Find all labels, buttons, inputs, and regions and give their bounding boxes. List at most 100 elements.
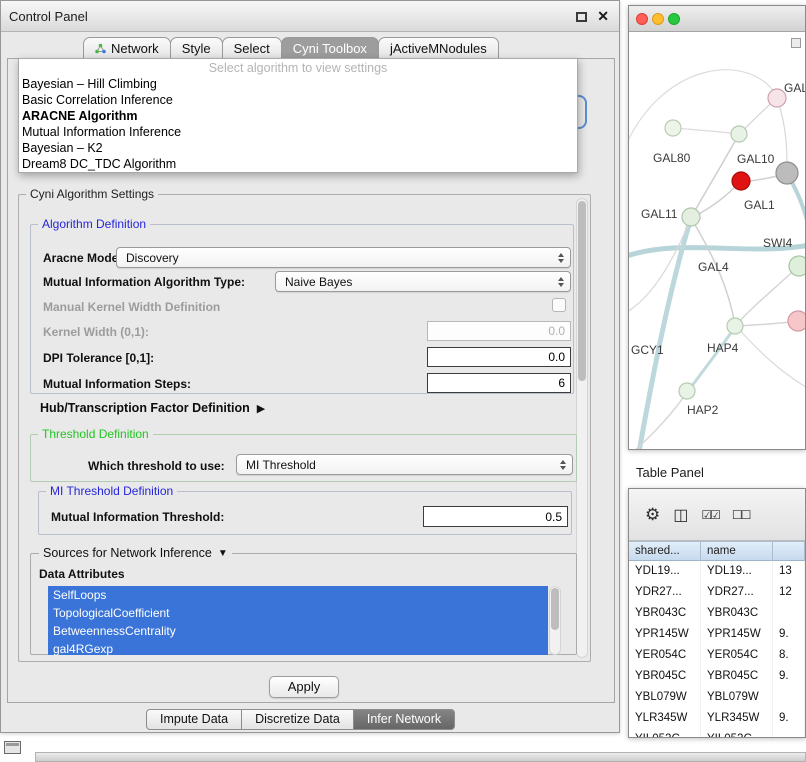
tab-style[interactable]: Style	[170, 37, 223, 59]
svg-text:GAL4: GAL4	[698, 260, 729, 274]
aracne-mode-select[interactable]: Discovery	[116, 247, 571, 268]
dropdown-item-bayesian-hill-climbing[interactable]: Bayesian – Hill Climbing	[19, 76, 577, 92]
svg-text:GAL1: GAL1	[744, 198, 775, 212]
table-cell: 13	[773, 561, 805, 582]
mi-steps-input[interactable]	[427, 373, 571, 393]
manual-kernel-checkbox[interactable]	[552, 298, 566, 312]
table-cell: YBR043C	[701, 603, 773, 624]
table-row[interactable]: YIL052CYIL052C	[629, 729, 805, 737]
settings-scrollbar-thumb[interactable]	[578, 201, 586, 381]
list-item-betweennesscentrality[interactable]: BetweennessCentrality	[48, 622, 548, 640]
list-scrollbar[interactable]	[549, 586, 561, 655]
bottom-tab-bar: Impute DataDiscretize DataInfer Network	[147, 709, 455, 730]
mac-zoom-button[interactable]	[668, 13, 680, 25]
table-row[interactable]: YDL19...YDL19...13	[629, 561, 805, 582]
data-attributes-list: SelfLoopsTopologicalCoefficientBetweenne…	[48, 586, 548, 655]
svg-text:GAL80: GAL80	[653, 151, 691, 165]
table-cell: 12	[773, 582, 805, 603]
close-window-icon[interactable]: ✕	[597, 8, 609, 25]
list-scrollbar-thumb[interactable]	[551, 588, 559, 630]
settings-scrollbar[interactable]	[576, 198, 588, 658]
list-item-topologicalcoefficient[interactable]: TopologicalCoefficient	[48, 604, 548, 622]
table-cell: YBR045C	[701, 666, 773, 687]
list-item-selfloops[interactable]: SelfLoops	[48, 586, 548, 604]
control-panel-title: Control Panel	[9, 9, 88, 24]
float-window-icon[interactable]	[576, 12, 587, 22]
table-cell: YPR145W	[701, 624, 773, 645]
restore-panel-icon[interactable]	[4, 741, 21, 754]
table-cell: 9.	[773, 624, 805, 645]
dropdown-item-basic-correlation-inference[interactable]: Basic Correlation Inference	[19, 92, 577, 108]
svg-text:HAP4: HAP4	[707, 341, 739, 355]
tab-network[interactable]: Network	[83, 37, 171, 59]
tab-cyni-toolbox[interactable]: Cyni Toolbox	[281, 37, 379, 59]
algorithm-dropdown-popup: Select algorithm to view settings Bayesi…	[18, 58, 578, 173]
table-toolbar: ⚙ ◫ ☑☑ ☐☐	[629, 489, 805, 541]
data-attributes-label: Data Attributes	[39, 567, 125, 581]
threshold-type-select[interactable]: MI Threshold	[236, 454, 573, 475]
dpi-tolerance-label: DPI Tolerance [0,1]:	[43, 351, 154, 365]
table-row[interactable]: YPR145WYPR145W9.	[629, 624, 805, 645]
network-graph-icon	[95, 43, 106, 54]
hub-definition-toggle[interactable]: Hub/Transcription Factor Definition ▶	[40, 400, 265, 416]
list-item-gal4rgexp[interactable]: gal4RGexp	[48, 640, 548, 655]
mac-minimize-button[interactable]	[652, 13, 664, 25]
table-row[interactable]: YBR043CYBR043C	[629, 603, 805, 624]
tab-label: Select	[234, 41, 270, 56]
table-row[interactable]: YLR345WYLR345W9.	[629, 708, 805, 729]
dropdown-item-mutual-information-inference[interactable]: Mutual Information Inference	[19, 124, 577, 140]
sources-toggle[interactable]: Sources for Network Inference ▼	[39, 546, 232, 560]
mi-type-select[interactable]: Naive Bayes	[275, 271, 571, 292]
table-row[interactable]: YBL079WYBL079W	[629, 687, 805, 708]
table-cell: YBL079W	[701, 687, 773, 708]
bottom-tab-infer-network[interactable]: Infer Network	[353, 709, 455, 730]
table-row[interactable]: YER054CYER054C8.	[629, 645, 805, 666]
mi-type-label: Mutual Information Algorithm Type:	[43, 275, 245, 289]
column-header-name[interactable]: name	[701, 542, 773, 562]
column-header-extra[interactable]	[773, 542, 805, 562]
apply-button[interactable]: Apply	[269, 676, 339, 698]
mi-threshold-definition-title: MI Threshold Definition	[46, 484, 177, 498]
table-cell: YIL052C	[629, 729, 701, 737]
mac-close-button[interactable]	[636, 13, 648, 25]
birdseye-toggle[interactable]	[791, 38, 801, 48]
svg-text:GAL10: GAL10	[737, 152, 775, 166]
which-threshold-label: Which threshold to use:	[88, 459, 225, 473]
kernel-width-input[interactable]	[427, 321, 571, 341]
table-cell: 8.	[773, 645, 805, 666]
bottom-tab-discretize-data[interactable]: Discretize Data	[241, 709, 354, 730]
table-row[interactable]: YDR27...YDR27...12	[629, 582, 805, 603]
mi-threshold-definition-group: MI Threshold Definition Mutual Informati…	[38, 491, 572, 535]
deselect-all-icon[interactable]: ☐☐	[732, 508, 750, 522]
chevron-updown-icon	[558, 277, 564, 287]
columns-icon[interactable]: ◫	[673, 505, 688, 525]
tab-select[interactable]: Select	[222, 37, 282, 59]
bottom-collapsed-panel[interactable]	[35, 752, 806, 762]
table-cell: YBR045C	[629, 666, 701, 687]
table-cell: 9.	[773, 708, 805, 729]
table-cell: YDR27...	[701, 582, 773, 603]
select-all-icon[interactable]: ☑☑	[701, 508, 719, 522]
mi-threshold-input[interactable]	[423, 506, 568, 527]
table-body: YDL19...YDL19...13YDR27...YDR27...12YBR0…	[629, 561, 805, 737]
dpi-tolerance-input[interactable]	[427, 347, 571, 367]
network-canvas-svg[interactable]: GALGAL80GAL10GAL11GAL1SWI4GAL4GCY1HAP4HA…	[629, 32, 805, 449]
sources-group: Sources for Network Inference ▼ Data Att…	[30, 553, 577, 655]
dropdown-item-dream8-dc-tdc-algorithm[interactable]: Dream8 DC_TDC Algorithm	[19, 156, 577, 172]
mi-threshold-label: Mutual Information Threshold:	[51, 510, 224, 524]
algorithm-definition-group: Algorithm Definition Aracne Mode: Discov…	[30, 224, 574, 394]
table-cell: YER054C	[629, 645, 701, 666]
column-header-shared[interactable]: shared...	[629, 542, 701, 562]
dropdown-item-bayesian-k2[interactable]: Bayesian – K2	[19, 140, 577, 156]
dropdown-item-aracne-algorithm[interactable]: ARACNE Algorithm	[19, 108, 577, 124]
bottom-tab-impute-data[interactable]: Impute Data	[146, 709, 242, 730]
manual-kernel-label: Manual Kernel Width Definition	[43, 300, 220, 314]
table-cell: YLR345W	[701, 708, 773, 729]
table-row[interactable]: YBR045CYBR045C9.	[629, 666, 805, 687]
tab-jactivemnodules[interactable]: jActiveMNodules	[378, 37, 499, 59]
desktop: Control Panel ✕ NetworkStyle Select Cyni T…	[0, 0, 806, 762]
table-cell	[773, 603, 805, 624]
table-cell	[773, 729, 805, 737]
gear-icon[interactable]: ⚙	[645, 505, 660, 525]
table-cell: YLR345W	[629, 708, 701, 729]
